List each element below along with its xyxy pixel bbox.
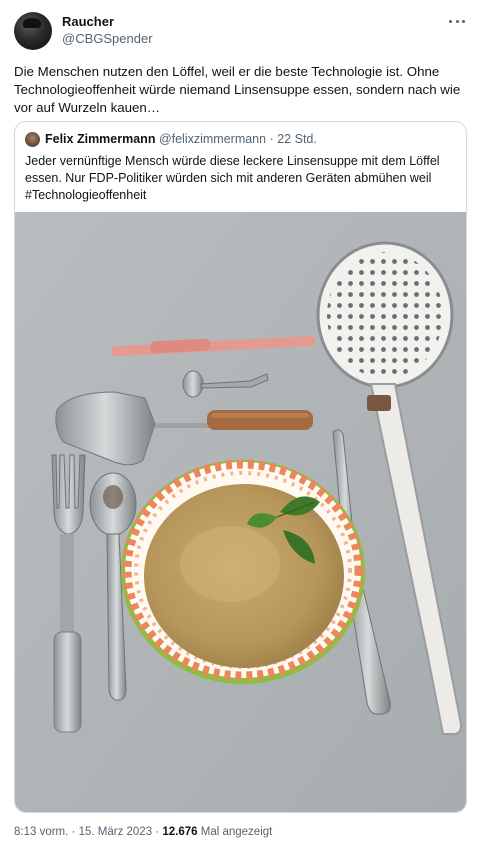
quote-tweet-card[interactable]: Felix Zimmermann @felixzimmermann · 22 S…	[14, 121, 467, 813]
quote-text: Jeder vernünftige Mensch würde diese lec…	[25, 154, 440, 202]
tweet-footer: 8:13 vorm. · 15. März 2023 · 12.676 Mal …	[14, 826, 272, 838]
footer-time[interactable]: 8:13 vorm.	[14, 826, 68, 838]
footer-date[interactable]: 15. März 2023	[79, 826, 153, 838]
author-handle[interactable]: @CBGSpender	[62, 31, 153, 46]
author-display-name[interactable]: Raucher	[62, 14, 114, 29]
more-icon[interactable]	[449, 13, 465, 29]
views-label: Mal angezeigt	[200, 826, 273, 838]
quote-handle[interactable]: @felixzimmermann	[159, 132, 266, 146]
tweet-text: Die Menschen nutzen den Löffel, weil er …	[14, 64, 461, 115]
quote-display-name[interactable]: Felix Zimmermann	[45, 132, 155, 146]
quote-photo[interactable]	[15, 212, 466, 812]
footer-separator: ·	[71, 826, 76, 838]
quote-header: Felix Zimmermann @felixzimmermann · 22 S…	[45, 132, 317, 146]
quote-separator: ·	[269, 132, 274, 146]
views-count: 12.676	[162, 826, 198, 838]
quote-avatar[interactable]	[25, 132, 40, 147]
quote-time[interactable]: 22 Std.	[277, 132, 317, 146]
soup-bowl	[121, 459, 365, 684]
footer-separator: ·	[155, 826, 160, 838]
avatar[interactable]	[14, 12, 52, 50]
